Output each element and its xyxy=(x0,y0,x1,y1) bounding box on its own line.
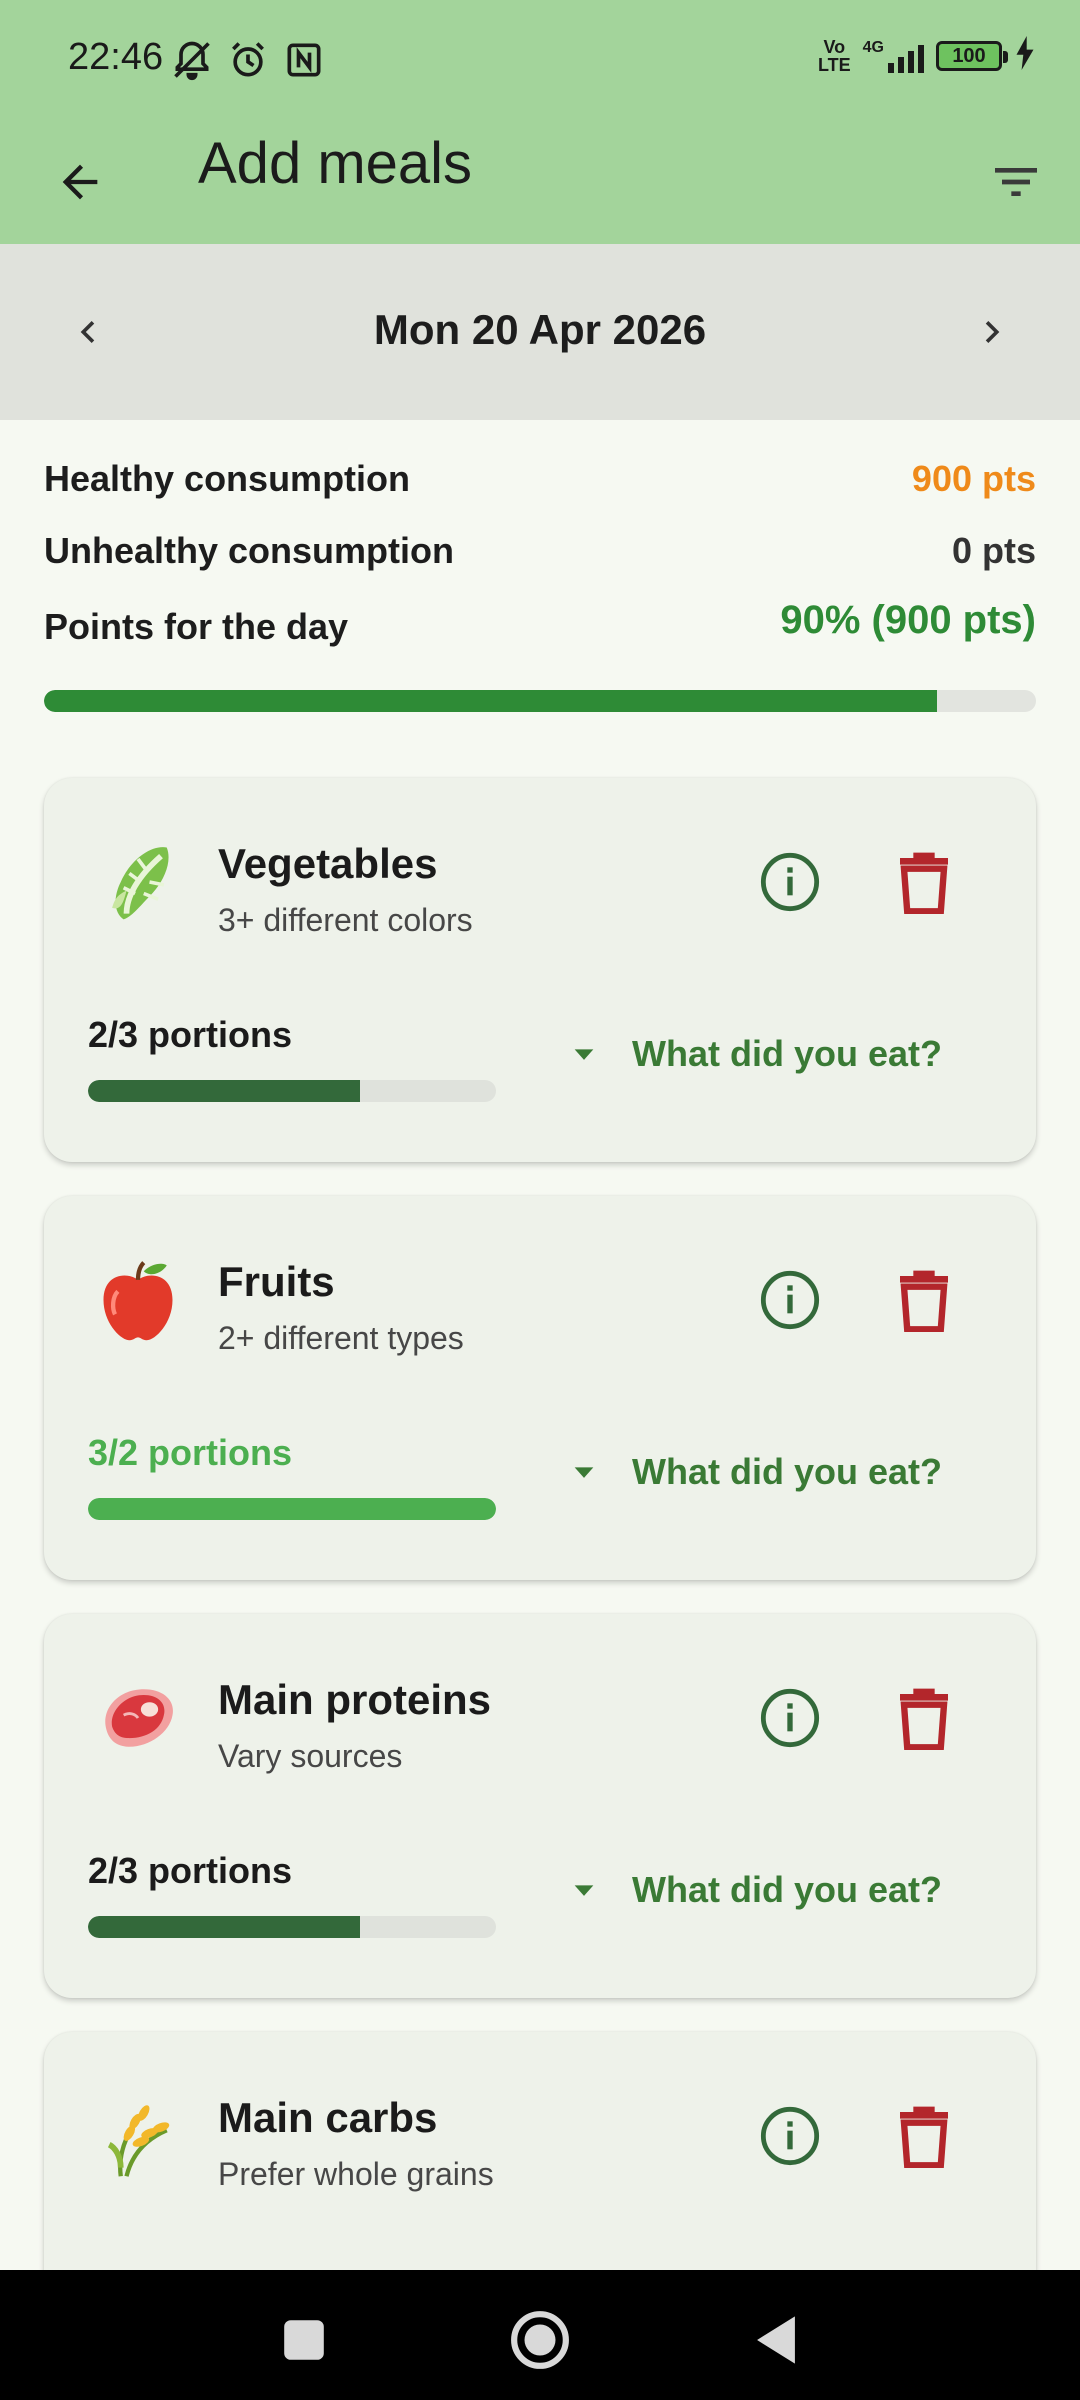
delete-button[interactable] xyxy=(896,850,952,915)
screen: 22:46 Vo LTE 4G 100 Add meals Mon 20 Apr… xyxy=(0,0,1080,2400)
volte-indicator: Vo LTE xyxy=(817,36,851,75)
home-circle-icon xyxy=(511,2311,569,2369)
day-progress-fill xyxy=(44,690,937,712)
charging-icon xyxy=(1014,36,1036,75)
portions-progress xyxy=(88,1498,496,1520)
card-subtitle: 3+ different colors xyxy=(218,902,473,938)
app-bar: Add meals xyxy=(0,120,1080,244)
lettuce-icon xyxy=(92,836,184,928)
date-navigator: Mon 20 Apr 2026 xyxy=(0,244,1080,420)
portions-progress xyxy=(88,1080,496,1102)
portions-label: 2/3 portions xyxy=(88,1850,293,1891)
signal-icon: 4G xyxy=(863,39,924,73)
info-button[interactable] xyxy=(758,2104,822,2168)
what-did-you-eat-button[interactable]: What did you eat? xyxy=(570,1442,942,1502)
recents-button[interactable] xyxy=(264,2300,344,2380)
what-did-you-eat-label: What did you eat? xyxy=(632,1451,942,1492)
filter-button[interactable] xyxy=(976,142,1056,222)
trash-icon xyxy=(900,852,948,915)
info-icon xyxy=(760,2106,820,2166)
filter-icon xyxy=(995,168,1037,196)
top-app-area: 22:46 Vo LTE 4G 100 Add meals xyxy=(0,0,1080,244)
info-button[interactable] xyxy=(758,850,822,914)
delete-button[interactable] xyxy=(896,2104,952,2169)
info-icon xyxy=(760,852,820,912)
alarm-icon xyxy=(226,38,270,87)
card-subtitle: Prefer whole grains xyxy=(218,2156,494,2192)
network-type-label: 4G xyxy=(862,38,884,56)
current-date: Mon 20 Apr 2026 xyxy=(373,306,707,353)
unhealthy-label: Unhealthy consumption xyxy=(44,530,455,571)
system-back-button[interactable] xyxy=(736,2300,816,2380)
card-title: Main proteins xyxy=(218,1676,492,1723)
what-did-you-eat-label: What did you eat? xyxy=(632,1033,942,1074)
chevron-right-icon xyxy=(985,321,1000,343)
apple-icon xyxy=(92,1254,184,1346)
healthy-label: Healthy consumption xyxy=(44,458,411,499)
trash-icon xyxy=(900,1270,948,1333)
unhealthy-row: Unhealthy consumption 0 pts xyxy=(44,512,1036,584)
what-did-you-eat-label: What did you eat? xyxy=(632,1869,942,1910)
card-subtitle: 2+ different types xyxy=(218,1320,464,1356)
info-button[interactable] xyxy=(758,1686,822,1750)
portions-progress-fill xyxy=(88,1080,361,1102)
delete-button[interactable] xyxy=(896,1268,952,1333)
dropdown-arrow-icon xyxy=(574,1049,594,1060)
dropdown-arrow-icon xyxy=(574,1885,594,1896)
back-button[interactable] xyxy=(40,142,120,222)
food-group-card: Fruits 2+ different types 3/2 portions W… xyxy=(44,1196,1036,1580)
info-icon xyxy=(760,1688,820,1748)
triangle-back-icon xyxy=(757,2316,795,2364)
healthy-value: 900 pts xyxy=(911,458,1036,499)
what-did-you-eat-button[interactable]: What did you eat? xyxy=(570,1860,942,1920)
day-points-value: 90% (900 pts) xyxy=(780,598,1036,642)
grain-icon xyxy=(92,2090,184,2182)
portions-label: 3/2 portions xyxy=(88,1432,293,1473)
card-title: Fruits xyxy=(218,1258,335,1305)
nfc-icon xyxy=(282,38,326,87)
page-title: Add meals xyxy=(198,131,473,196)
what-did-you-eat-button[interactable]: What did you eat? xyxy=(570,1024,942,1084)
trash-icon xyxy=(900,2106,948,2169)
card-title: Vegetables xyxy=(218,840,438,887)
info-button[interactable] xyxy=(758,1268,822,1332)
info-icon xyxy=(760,1270,820,1330)
home-button[interactable] xyxy=(500,2300,580,2380)
delete-button[interactable] xyxy=(896,1686,952,1751)
status-time: 22:46 xyxy=(68,36,164,78)
card-title: Main carbs xyxy=(218,2094,438,2141)
food-group-card: Main proteins Vary sources 2/3 portions … xyxy=(44,1614,1036,1998)
healthy-row: Healthy consumption 900 pts xyxy=(44,440,1036,512)
status-bar: 22:46 Vo LTE 4G 100 xyxy=(0,0,1080,120)
card-subtitle: Vary sources xyxy=(218,1738,403,1774)
battery-icon: 100 xyxy=(936,40,1008,71)
muted-bell-icon xyxy=(170,38,214,87)
arrow-back-icon xyxy=(62,164,98,200)
trash-icon xyxy=(900,1688,948,1751)
dropdown-arrow-icon xyxy=(574,1467,594,1478)
system-nav-bar xyxy=(0,2270,1080,2400)
meat-icon xyxy=(92,1672,184,1764)
next-day-button[interactable] xyxy=(952,292,1032,372)
portions-progress xyxy=(88,1916,496,1938)
day-progress-bar xyxy=(44,690,1036,712)
food-group-card: Vegetables 3+ different colors 2/3 porti… xyxy=(44,778,1036,1162)
portions-progress-fill xyxy=(88,1916,361,1938)
square-icon xyxy=(284,2320,324,2360)
portions-progress-fill xyxy=(88,1498,496,1520)
day-points-row: Points for the day 90% (900 pts) xyxy=(44,584,1036,656)
day-points-label: Points for the day xyxy=(44,606,349,647)
unhealthy-value: 0 pts xyxy=(951,530,1036,571)
daily-summary: Healthy consumption 900 pts Unhealthy co… xyxy=(44,440,1036,656)
portions-label: 2/3 portions xyxy=(88,1014,293,1055)
